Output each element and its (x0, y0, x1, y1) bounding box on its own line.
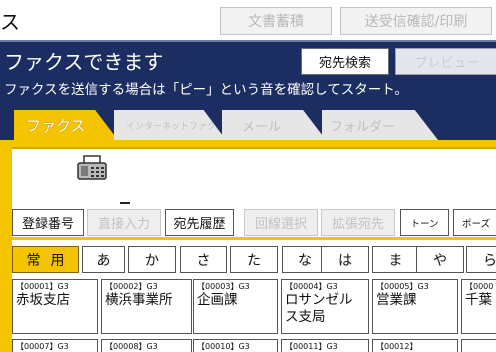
tab-label: ファクス (26, 116, 86, 135)
destination-history-button[interactable]: 宛先履歴 (165, 209, 234, 236)
truncated-label: ス (0, 10, 20, 34)
destination-button[interactable]: 【00005】G3 営業課 (372, 279, 458, 334)
destination-number: 【00004】G3 (285, 282, 338, 291)
index-ha-button[interactable]: は (321, 246, 369, 273)
destination-button[interactable]: 【00008】G3 (101, 339, 192, 352)
destination-button[interactable]: 【00001】G3 赤坂支店 (12, 279, 98, 334)
destination-number: 【00012】 (376, 342, 418, 351)
text-cursor (120, 202, 130, 204)
destination-number: 【00011】G3 (285, 342, 338, 351)
tab-label: メール (242, 119, 282, 135)
index-sa-button[interactable]: さ (180, 246, 227, 273)
destination-number: 【00003】G3 (197, 282, 250, 291)
destination-button[interactable]: 【00012】 (372, 339, 458, 352)
index-a-button[interactable]: あ (82, 246, 125, 273)
destination-number: 【00002】G3 (105, 282, 158, 291)
transmission-status-button[interactable]: 送受信確認/印刷 (340, 7, 492, 35)
pause-button[interactable]: ポーズ (453, 209, 496, 236)
index-ra-button[interactable]: ら (466, 246, 496, 273)
document-store-button[interactable]: 文書蓄積 (220, 7, 332, 35)
registration-number-button[interactable]: 登録番号 (12, 209, 84, 236)
line-select-button[interactable]: 回線選択 (244, 209, 318, 236)
fax-machine-icon (77, 155, 107, 180)
destination-button[interactable]: 【00007】G3 (12, 339, 98, 352)
destination-button[interactable]: 【00003】G3 企画課 (193, 279, 278, 334)
destination-name: 赤坂支店 (16, 292, 70, 308)
index-ma-button[interactable]: ま (372, 246, 419, 273)
destination-name: 営業課 (376, 292, 417, 308)
preview-button[interactable]: プレビュー (395, 48, 496, 75)
destination-name: 横浜事業所 (105, 292, 173, 308)
destination-name: 企画課 (197, 292, 238, 308)
page-title: ファクスできます (4, 50, 164, 74)
destination-button[interactable]: 【00004】G3 ロサンゼルス支局 (281, 279, 369, 334)
destination-number: 【00005】G3 (376, 282, 429, 291)
direct-input-button[interactable]: 直接入力 (87, 209, 161, 236)
destination-number: 【00001】G3 (16, 282, 69, 291)
status-message: ファクスを送信する場合は「ピー」という音を確認してスタート。 (4, 82, 408, 98)
index-ta-button[interactable]: た (230, 246, 278, 273)
tab-label: インターネットファクス (126, 121, 225, 132)
tab-label: フォルダー (330, 119, 396, 135)
destination-number: 【0000 (465, 282, 494, 291)
index-ka-button[interactable]: か (128, 246, 176, 273)
destination-name: 千葉 (465, 292, 492, 308)
destination-button[interactable]: 【00011】G3 (281, 339, 369, 352)
tone-button[interactable]: トーン (400, 209, 449, 236)
index-ya-button[interactable]: や (416, 246, 464, 273)
destination-number: 【00010】G3 (197, 342, 250, 351)
destination-button[interactable]: 【0000 千葉 (461, 279, 496, 334)
destination-button[interactable]: 【00010】G3 (193, 339, 278, 352)
destination-button[interactable]: 【00002】G3 横浜事業所 (101, 279, 192, 334)
destination-name: ロサンゼルス支局 (285, 292, 353, 325)
destination-search-button[interactable]: 宛先検索 (301, 48, 389, 75)
destination-number: 【00007】G3 (16, 342, 69, 351)
index-common-button[interactable]: 常用 (12, 246, 79, 273)
extended-destination-button[interactable]: 拡張宛先 (321, 209, 395, 236)
destination-button[interactable] (461, 339, 496, 352)
destination-number: 【00008】G3 (105, 342, 158, 351)
